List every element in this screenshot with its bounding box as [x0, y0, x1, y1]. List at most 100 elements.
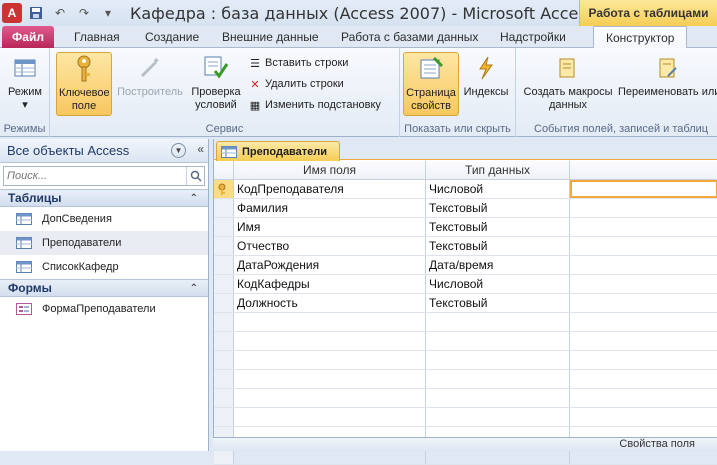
- primary-key-button[interactable]: Ключевое поле: [56, 52, 112, 116]
- select-all-corner[interactable]: [214, 161, 234, 179]
- collapse-pane-icon[interactable]: «: [197, 142, 204, 156]
- document-tabs: Преподаватели: [214, 139, 717, 161]
- rename-delete-macro-button[interactable]: Переименовать или удалить макрос: [618, 52, 717, 116]
- empty-row[interactable]: [214, 389, 717, 408]
- data-type-cell[interactable]: Текстовый: [426, 294, 570, 312]
- chevron-down-icon[interactable]: ▼: [171, 143, 186, 158]
- property-sheet-button[interactable]: Страница свойств: [403, 52, 459, 116]
- undo-icon[interactable]: ↶: [50, 3, 70, 23]
- chevron-up-icon[interactable]: ⌃: [190, 280, 198, 297]
- nav-item-table[interactable]: ДопСведения: [0, 207, 208, 231]
- field-name-cell[interactable]: Имя: [234, 218, 426, 236]
- create-data-macros-button[interactable]: Создать макросы данных: [520, 52, 616, 116]
- form-icon: [16, 303, 32, 315]
- field-name-cell[interactable]: ДатаРождения: [234, 256, 426, 274]
- table-row[interactable]: Отчество Текстовый: [214, 237, 717, 256]
- macro-edit-icon: [654, 54, 682, 82]
- tab-addins[interactable]: Надстройки: [500, 26, 566, 48]
- description-cell[interactable]: [570, 256, 717, 274]
- tab-database-tools[interactable]: Работа с базами данных: [341, 26, 478, 48]
- description-cell[interactable]: [570, 275, 717, 293]
- tab-create[interactable]: Создание: [145, 26, 199, 48]
- tab-file[interactable]: Файл: [2, 26, 54, 48]
- indexes-button[interactable]: Индексы: [460, 52, 512, 116]
- builder-button[interactable]: ✦ Построитель: [114, 52, 186, 116]
- events-group: Создать макросы данных Переименовать или…: [516, 48, 717, 137]
- row-selector[interactable]: [214, 199, 234, 217]
- row-selector[interactable]: [214, 218, 234, 236]
- macro-scroll-icon: [554, 54, 582, 82]
- navgroup-tables[interactable]: Таблицы ⌃: [0, 189, 208, 207]
- data-type-cell[interactable]: Текстовый: [426, 218, 570, 236]
- customize-qat-icon[interactable]: ▾: [98, 3, 118, 23]
- save-icon[interactable]: [26, 3, 46, 23]
- data-type-cell[interactable]: Текстовый: [426, 199, 570, 217]
- redo-icon[interactable]: ↷: [74, 3, 94, 23]
- delete-rows-button[interactable]: ✕ Удалить строки: [248, 75, 343, 93]
- navpane-search: [3, 166, 205, 186]
- description-cell[interactable]: [570, 180, 717, 198]
- field-name-cell[interactable]: КодПреподавателя: [234, 180, 426, 198]
- empty-row[interactable]: [214, 351, 717, 370]
- document-area: Преподаватели Имя поля Тип данных КодПре…: [213, 139, 717, 465]
- views-group: Режим ▾ Режимы: [0, 48, 50, 137]
- navgroup-forms[interactable]: Формы ⌃: [0, 279, 208, 297]
- table-row[interactable]: КодПреподавателя Числовой: [214, 180, 717, 199]
- grid-header: Имя поля Тип данных: [214, 161, 717, 180]
- field-name-cell[interactable]: Фамилия: [234, 199, 426, 217]
- empty-row[interactable]: [214, 370, 717, 389]
- nav-item-form[interactable]: ФормаПреподаватели: [0, 297, 208, 321]
- table-row[interactable]: Должность Текстовый: [214, 294, 717, 313]
- chevron-up-icon[interactable]: ⌃: [190, 190, 198, 207]
- description-cell[interactable]: [570, 294, 717, 312]
- table-row[interactable]: Фамилия Текстовый: [214, 199, 717, 218]
- tools-group: Ключевое поле ✦ Построитель Проверка усл…: [50, 48, 400, 137]
- ribbon-tabs: Файл Главная Создание Внешние данные Раб…: [0, 26, 717, 49]
- insert-rows-button[interactable]: ☰ Вставить строки: [248, 54, 348, 72]
- field-name-cell[interactable]: КодКафедры: [234, 275, 426, 293]
- tools-group-label: Сервис: [205, 123, 244, 135]
- data-type-cell[interactable]: Дата/время: [426, 256, 570, 274]
- description-cell[interactable]: [570, 199, 717, 217]
- document-tab[interactable]: Преподаватели: [216, 141, 341, 161]
- table-row[interactable]: Имя Текстовый: [214, 218, 717, 237]
- row-selector[interactable]: [214, 256, 234, 274]
- access-app-icon[interactable]: A: [2, 3, 22, 23]
- table-icon: [221, 145, 237, 158]
- empty-row[interactable]: [214, 332, 717, 351]
- data-type-cell[interactable]: Числовой: [426, 275, 570, 293]
- field-name-cell[interactable]: Отчество: [234, 237, 426, 255]
- tab-home[interactable]: Главная: [74, 26, 120, 48]
- column-header: [570, 161, 717, 179]
- table-icon: [16, 213, 32, 225]
- navpane-header[interactable]: Все объекты Access ▼ «: [0, 139, 208, 163]
- tab-external-data[interactable]: Внешние данные: [222, 26, 319, 48]
- test-validation-rules-button[interactable]: Проверка условий: [186, 52, 246, 116]
- data-type-cell[interactable]: Числовой: [426, 180, 570, 198]
- field-properties-bar[interactable]: Свойства поля: [213, 437, 717, 451]
- modify-lookups-button[interactable]: ▦ Изменить подстановку: [248, 96, 381, 114]
- primary-key-icon[interactable]: [214, 180, 234, 198]
- window-title: Кафедра : база данных (Access 2007) - Mi…: [130, 4, 595, 23]
- insert-rows-icon: ☰: [250, 57, 260, 70]
- tab-design[interactable]: Конструктор: [593, 26, 688, 49]
- description-cell[interactable]: [570, 237, 717, 255]
- search-input[interactable]: [4, 169, 184, 183]
- nav-item-table[interactable]: СписокКафедр: [0, 255, 208, 279]
- data-type-cell[interactable]: Текстовый: [426, 237, 570, 255]
- empty-row[interactable]: [214, 313, 717, 332]
- table-row[interactable]: КодКафедры Числовой: [214, 275, 717, 294]
- row-selector[interactable]: [214, 275, 234, 293]
- field-name-cell[interactable]: Должность: [234, 294, 426, 312]
- navpane-title: Все объекты Access: [7, 143, 130, 158]
- table-row[interactable]: ДатаРождения Дата/время: [214, 256, 717, 275]
- row-selector[interactable]: [214, 237, 234, 255]
- table-icon: [16, 261, 32, 273]
- nav-item-table[interactable]: Преподаватели: [0, 231, 208, 255]
- description-cell[interactable]: [570, 218, 717, 236]
- row-selector[interactable]: [214, 294, 234, 312]
- empty-row[interactable]: [214, 408, 717, 427]
- view-button[interactable]: Режим ▾: [3, 52, 47, 116]
- search-icon[interactable]: [186, 167, 204, 185]
- property-sheet-icon: [417, 55, 445, 83]
